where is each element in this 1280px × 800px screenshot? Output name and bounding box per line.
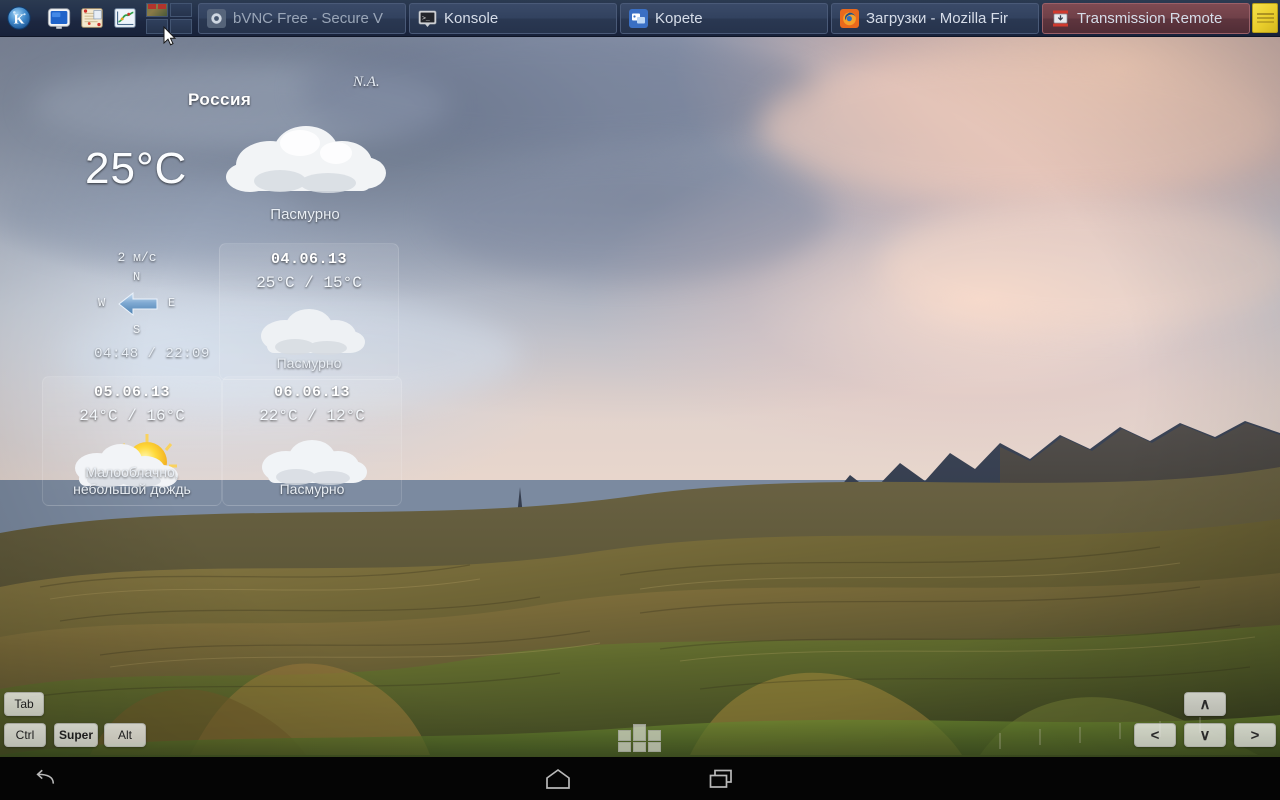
key-super[interactable]: Super xyxy=(54,723,98,747)
compass-north: N xyxy=(133,270,141,284)
minikb-key xyxy=(648,730,661,741)
mouse-cursor xyxy=(163,26,176,46)
forecast-condition: Пасмурно xyxy=(276,355,342,371)
task-firefox[interactable]: Загрузки - Mozilla Fir xyxy=(831,2,1039,34)
android-navigation-bar xyxy=(0,757,1280,800)
task-title: bVNC Free - Secure V xyxy=(233,9,384,27)
notes-icon[interactable] xyxy=(77,3,107,33)
key-arrow-left[interactable]: < xyxy=(1134,723,1176,747)
cloud-wisp xyxy=(430,150,830,280)
display-icon[interactable] xyxy=(44,3,74,33)
forecast-condition: Малооблачно, небольшой дождь xyxy=(73,464,191,497)
forecast-temps: 24°C / 16°C xyxy=(79,407,185,425)
minikb-key xyxy=(633,742,646,752)
task-konsole[interactable]: >_ Konsole xyxy=(409,2,617,34)
key-arrow-right[interactable]: > xyxy=(1234,723,1276,747)
back-icon[interactable] xyxy=(0,757,90,800)
kde-menu-icon[interactable]: K xyxy=(4,3,34,33)
transmission-icon xyxy=(1051,9,1070,28)
task-kopete[interactable]: Kopete xyxy=(620,2,828,34)
cloudy-icon xyxy=(226,126,386,193)
compass-west: W xyxy=(98,296,106,310)
firefox-icon xyxy=(840,8,859,28)
task-title: Konsole xyxy=(444,9,499,27)
forecast-card[interactable]: 04.06.13 25°C / 15°C Пасмурно xyxy=(219,243,399,380)
pager-desktop-2[interactable] xyxy=(170,2,192,17)
task-transmission[interactable]: Transmission Remote xyxy=(1042,2,1250,34)
minikb-key xyxy=(618,730,631,741)
svg-text:>_: >_ xyxy=(422,15,430,22)
forecast-card[interactable]: 05.06.13 24°C / 16°C Малооблачно, неболь… xyxy=(42,376,222,506)
bvnc-icon xyxy=(207,8,226,28)
forecast-card[interactable]: 06.06.13 22°C / 12°C Пасмурно xyxy=(222,376,402,506)
kopete-icon xyxy=(629,8,648,28)
compass-east: E xyxy=(168,296,176,310)
weather-location: N.A. xyxy=(353,74,380,90)
konsole-icon: >_ xyxy=(418,9,437,28)
key-arrow-up[interactable]: ∧ xyxy=(1184,692,1226,716)
recents-icon[interactable] xyxy=(675,757,767,800)
task-title: Kopete xyxy=(655,9,703,27)
weather-current-condition: Пасмурно xyxy=(270,206,340,223)
forecast-date: 06.06.13 xyxy=(273,384,350,401)
task-list: bVNC Free - Secure V >_ Konsole Kopete З… xyxy=(198,0,1252,37)
screen: Россия N.A. 25°C Пасмурно 2 м/с N S W E … xyxy=(0,0,1280,800)
weather-widget[interactable]: Россия N.A. 25°C Пасмурно 2 м/с N S W E … xyxy=(0,37,420,507)
compass-south: S xyxy=(133,323,141,337)
task-title: Transmission Remote xyxy=(1077,9,1223,27)
home-icon[interactable] xyxy=(510,757,605,800)
key-alt[interactable]: Alt xyxy=(104,723,146,747)
sticky-note-widget[interactable] xyxy=(1252,3,1278,33)
weather-current-temp: 25°C xyxy=(85,144,188,193)
wind-direction-arrow-icon xyxy=(118,291,158,317)
sunrise-sunset: 04:48 / 22:09 xyxy=(94,346,210,362)
minikb-key xyxy=(648,742,661,752)
mini-keyboard-toggle[interactable] xyxy=(618,722,662,752)
cloud-wisp xyxy=(880,200,1280,330)
key-ctrl[interactable]: Ctrl xyxy=(4,723,46,747)
forecast-temps: 22°C / 12°C xyxy=(259,407,365,425)
svg-text:K: K xyxy=(14,13,25,28)
forecast-date: 05.06.13 xyxy=(93,384,170,401)
forecast-temps: 25°C / 15°C xyxy=(256,274,362,292)
forecast-condition: Пасмурно xyxy=(279,481,345,497)
pager-desktop-1[interactable] xyxy=(146,2,168,17)
minikb-key xyxy=(618,742,631,752)
cloud-wisp xyxy=(760,50,1280,200)
chart-icon[interactable] xyxy=(110,3,140,33)
weather-country: Россия xyxy=(188,90,252,109)
task-title: Загрузки - Mozilla Fir xyxy=(866,9,1009,27)
key-tab[interactable]: Tab xyxy=(4,692,44,716)
minikb-key xyxy=(633,724,646,741)
task-bvnc[interactable]: bVNC Free - Secure V xyxy=(198,2,406,34)
forecast-date: 04.06.13 xyxy=(270,251,347,268)
wind-speed: 2 м/с xyxy=(117,250,157,265)
key-arrow-down[interactable]: ∨ xyxy=(1184,723,1226,747)
kde-taskbar: K bVNC Free - Secure V >_ Konsole Kopete… xyxy=(0,0,1280,37)
wind-compass: 2 м/с N S W E 04:48 / 22:09 xyxy=(62,250,212,375)
